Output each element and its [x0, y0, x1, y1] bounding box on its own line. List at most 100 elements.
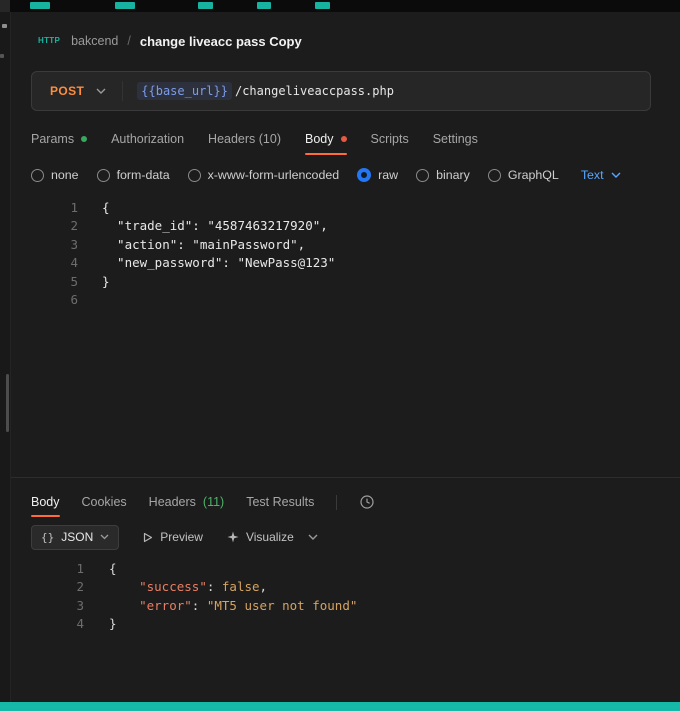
postman-app-window: HTTP bakcend / change liveacc pass Copy …	[0, 0, 680, 711]
code-line: 1{	[31, 199, 660, 217]
response-section-divider	[11, 477, 680, 478]
line-number: 5	[31, 273, 78, 291]
code-text: }	[109, 615, 117, 633]
code-line: 3 "action": "mainPassword",	[31, 236, 660, 254]
browser-tab-chip	[315, 2, 330, 9]
response-tabs: Body Cookies Headers (11) Test Results	[31, 487, 660, 517]
browser-tab-chip	[115, 2, 135, 9]
code-text: "trade_id": "4587463217920",	[102, 217, 328, 235]
response-history-button[interactable]	[359, 494, 375, 510]
line-number: 1	[31, 560, 84, 578]
response-toolbar: {} JSON Preview Visualize	[31, 524, 660, 550]
chevron-down-icon	[308, 534, 318, 540]
chevron-down-icon	[611, 172, 621, 178]
browser-tab-chip	[198, 2, 213, 9]
url-input[interactable]: {{base_url}} /changeliveaccpass.php	[123, 82, 650, 100]
radio-raw-selected	[357, 168, 371, 182]
chevron-down-icon	[96, 88, 106, 94]
browser-tab-chip	[257, 2, 271, 9]
preview-button[interactable]: Preview	[143, 530, 203, 544]
response-tab-cookies[interactable]: Cookies	[82, 487, 127, 517]
url-path-text: /changeliveaccpass.php	[232, 84, 394, 98]
request-title[interactable]: change liveacc pass Copy	[140, 34, 302, 49]
response-tab-body[interactable]: Body	[31, 487, 60, 517]
bottom-status-bar	[0, 702, 680, 711]
response-format-dropdown[interactable]: {} JSON	[31, 525, 119, 550]
body-mode-row: none form-data x-www-form-urlencoded raw…	[31, 160, 660, 190]
response-tab-headers[interactable]: Headers (11)	[149, 487, 225, 517]
left-sidebar-rail	[0, 12, 11, 702]
top-tab-strip	[0, 0, 680, 12]
breadcrumb-separator: /	[127, 34, 130, 48]
line-number: 1	[31, 199, 78, 217]
code-text: {	[102, 199, 110, 217]
body-mode-form-data[interactable]: form-data	[97, 168, 170, 182]
radio-binary	[416, 169, 429, 182]
browser-tab-chip	[30, 2, 50, 9]
method-label: POST	[50, 84, 84, 98]
code-line: 4 "new_password": "NewPass@123"	[31, 254, 660, 272]
line-number: 4	[31, 615, 84, 633]
visualize-sparkle-icon	[227, 531, 239, 543]
visualize-options-chevron[interactable]	[308, 534, 318, 540]
rail-mark	[2, 24, 7, 28]
request-body-editor[interactable]: 1{ 2 "trade_id": "4587463217920", 3 "act…	[31, 199, 660, 477]
http-request-icon: HTTP	[36, 34, 62, 48]
code-line: 1{	[31, 560, 660, 578]
line-number: 3	[31, 597, 84, 615]
body-mode-none[interactable]: none	[31, 168, 79, 182]
line-number: 2	[31, 578, 84, 596]
tab-settings[interactable]: Settings	[433, 123, 478, 155]
body-mode-raw[interactable]: raw	[357, 168, 398, 182]
url-variable-chip: {{base_url}}	[137, 82, 232, 100]
code-line: 2 "success": false,	[31, 578, 660, 596]
code-text: "new_password": "NewPass@123"	[102, 254, 335, 272]
code-text: "error": "MT5 user not found"	[109, 597, 357, 615]
body-mode-urlencoded[interactable]: x-www-form-urlencoded	[188, 168, 340, 182]
visualize-button[interactable]: Visualize	[227, 530, 294, 544]
braces-icon: {}	[41, 531, 54, 544]
chevron-down-icon	[100, 534, 109, 540]
code-line: 3 "error": "MT5 user not found"	[31, 597, 660, 615]
tab-scripts[interactable]: Scripts	[371, 123, 409, 155]
tab-headers[interactable]: Headers (10)	[208, 123, 281, 155]
code-line: 5}	[31, 273, 660, 291]
toolbar-divider	[336, 495, 337, 510]
body-indicator-dot	[341, 136, 347, 142]
code-text: "success": false,	[109, 578, 267, 596]
code-line: 2 "trade_id": "4587463217920",	[31, 217, 660, 235]
body-mode-graphql[interactable]: GraphQL	[488, 168, 559, 182]
tab-body[interactable]: Body	[305, 123, 347, 155]
headers-count-badge: (11)	[203, 495, 224, 509]
clock-icon	[359, 494, 375, 510]
radio-form-data	[97, 169, 110, 182]
play-icon	[143, 532, 153, 543]
request-url-bar: POST {{base_url}} /changeliveaccpass.php	[31, 71, 651, 111]
body-mode-binary[interactable]: binary	[416, 168, 470, 182]
params-indicator-dot	[81, 136, 87, 142]
method-dropdown[interactable]: POST	[32, 72, 122, 110]
radio-graphql	[488, 169, 501, 182]
code-line: 6	[31, 291, 660, 309]
breadcrumb: HTTP bakcend / change liveacc pass Copy	[31, 29, 660, 53]
line-number: 6	[31, 291, 78, 309]
radio-none	[31, 169, 44, 182]
rail-mark	[0, 54, 4, 58]
tab-params[interactable]: Params	[31, 123, 87, 155]
code-text: "action": "mainPassword",	[102, 236, 305, 254]
response-tab-test-results[interactable]: Test Results	[246, 487, 314, 517]
breadcrumb-collection[interactable]: bakcend	[71, 34, 118, 48]
line-number: 4	[31, 254, 78, 272]
line-number: 2	[31, 217, 78, 235]
code-text: }	[102, 273, 110, 291]
scrollbar-thumb[interactable]	[6, 374, 9, 432]
line-number: 3	[31, 236, 78, 254]
tab-authorization[interactable]: Authorization	[111, 123, 184, 155]
strip-corner	[0, 0, 10, 12]
request-tabs: Params Authorization Headers (10) Body S…	[31, 123, 660, 155]
raw-language-dropdown[interactable]: Text	[581, 168, 621, 182]
response-body-viewer[interactable]: 1{ 2 "success": false, 3 "error": "MT5 u…	[31, 560, 660, 634]
radio-urlencoded	[188, 169, 201, 182]
code-line: 4}	[31, 615, 660, 633]
code-text: {	[109, 560, 117, 578]
